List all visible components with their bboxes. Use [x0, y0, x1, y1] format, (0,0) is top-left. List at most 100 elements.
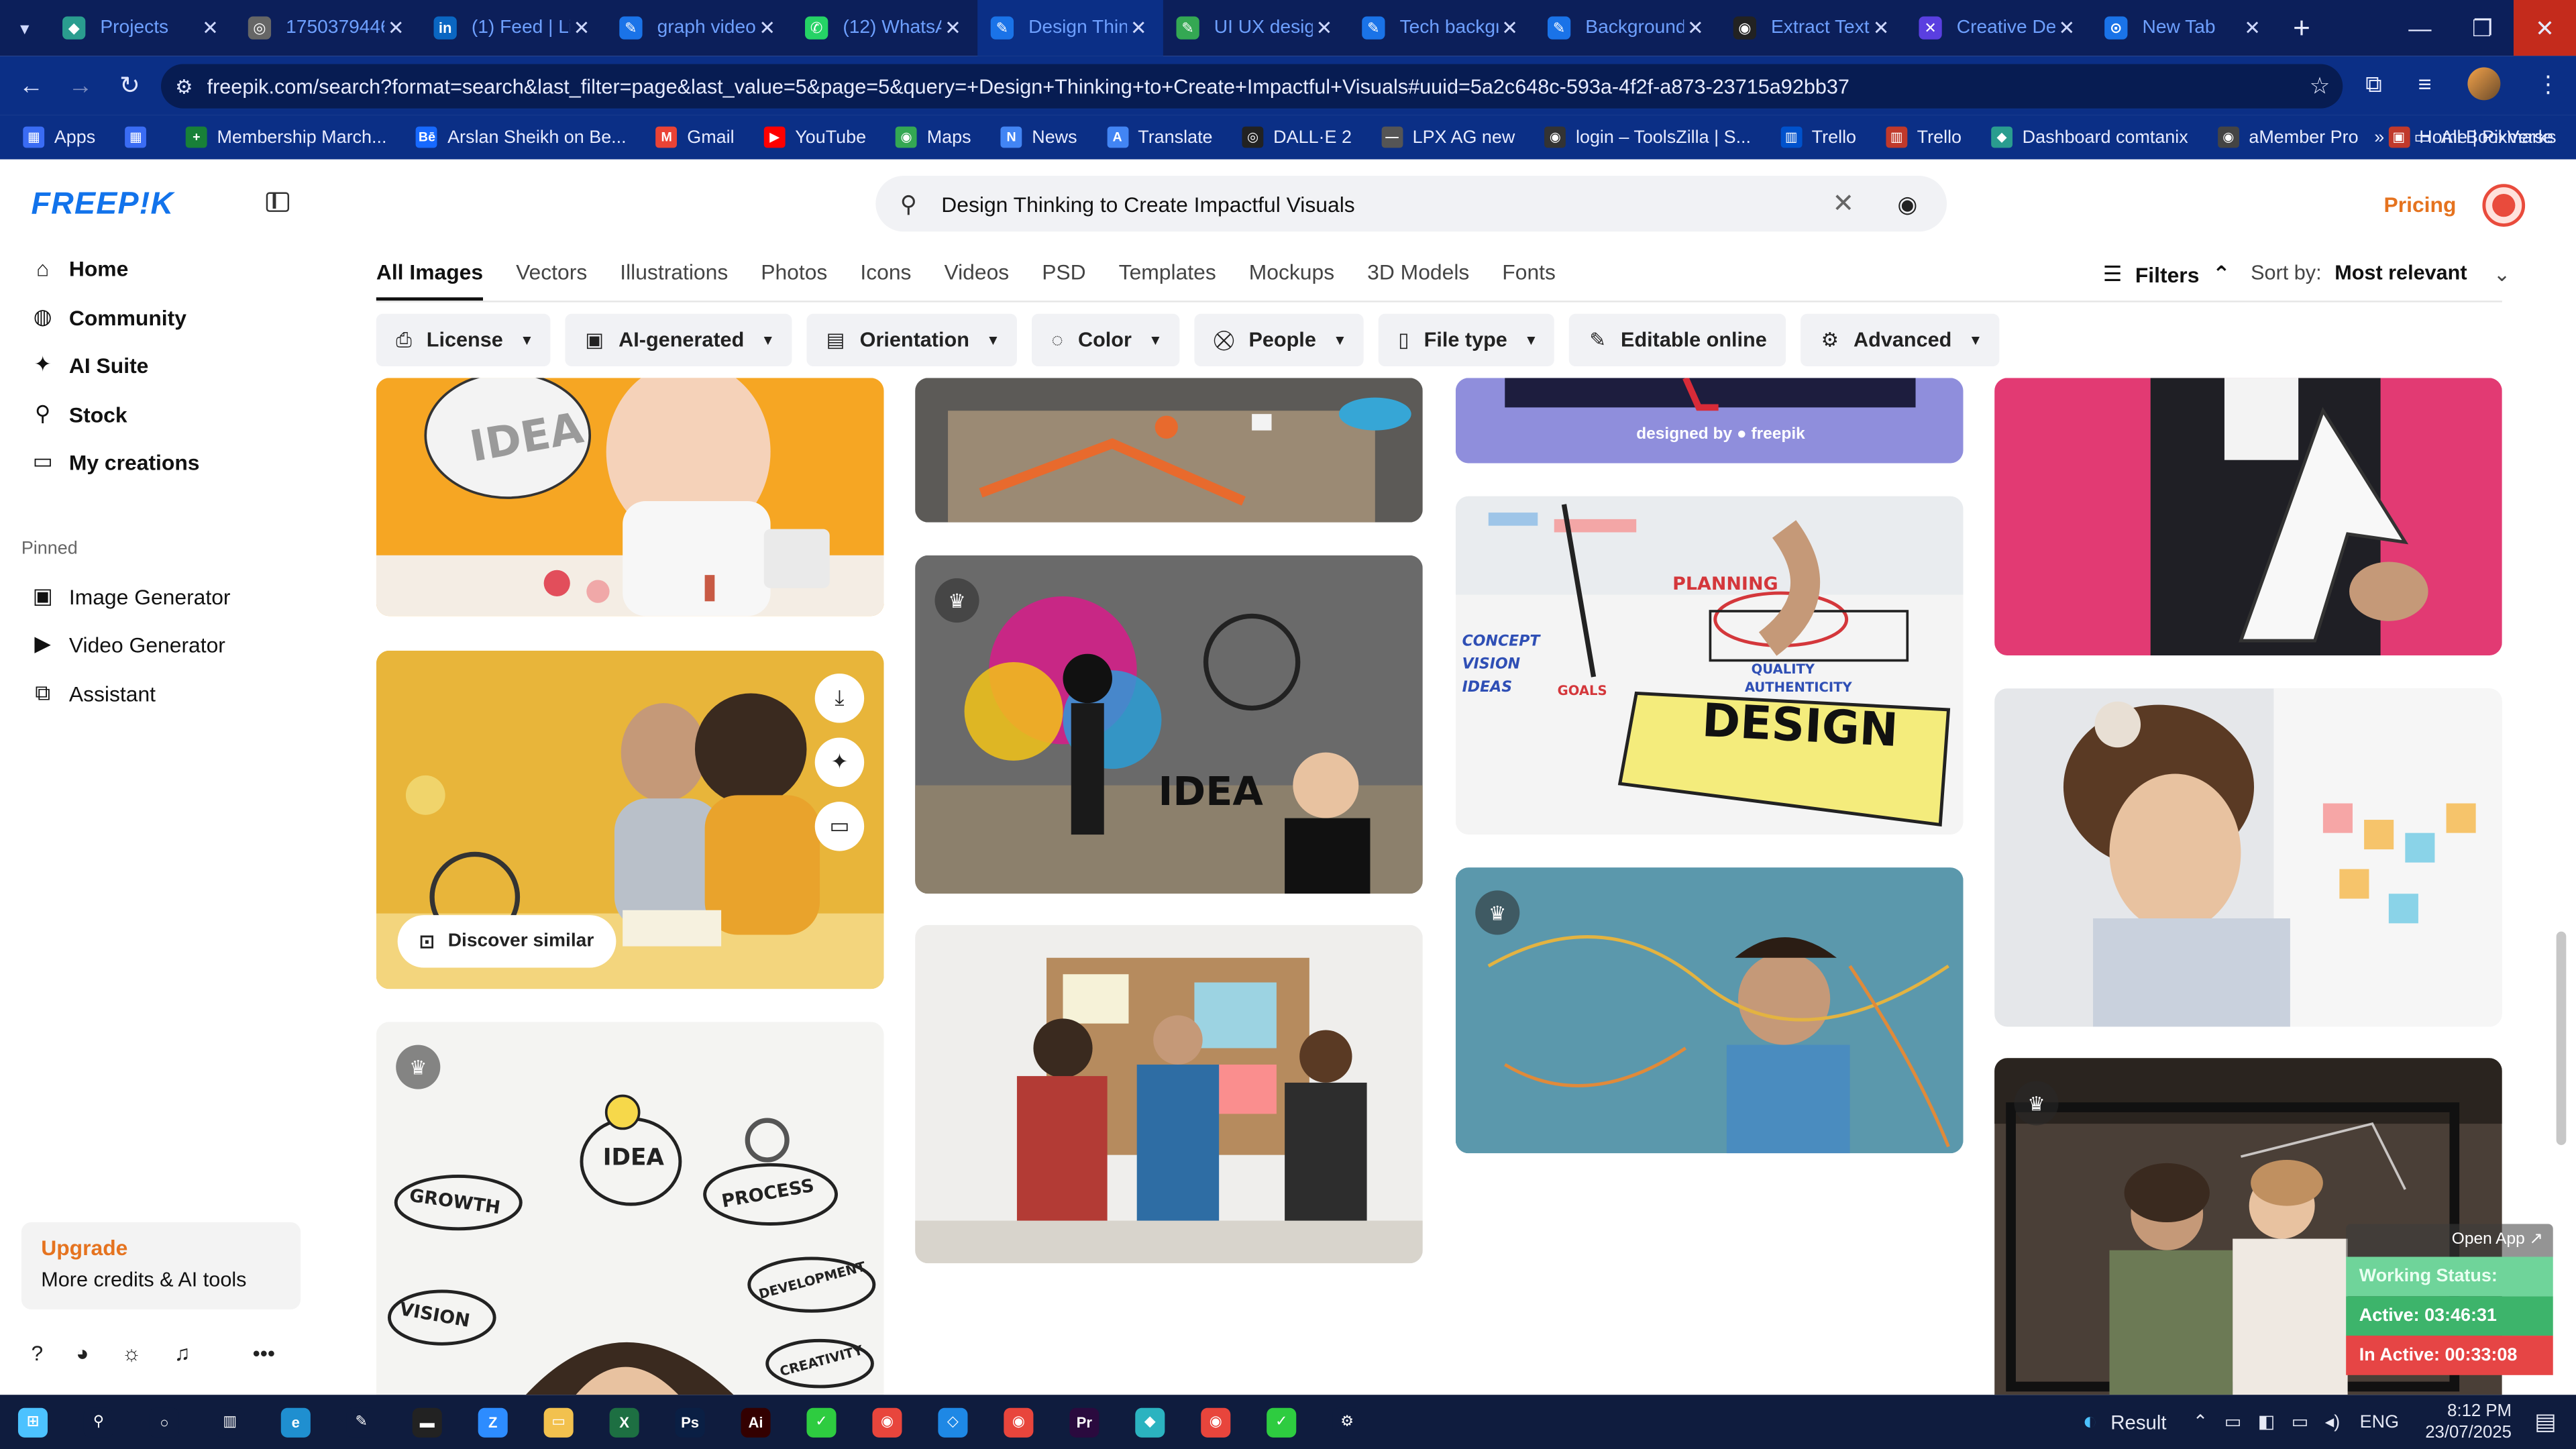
tab-close-icon[interactable]: ✕ [1684, 16, 1707, 39]
category-tab[interactable]: PSD [1042, 260, 1085, 301]
tab-close-icon[interactable]: ✕ [1870, 16, 1892, 39]
taskbar-app-explorer[interactable]: ▭ [526, 1395, 592, 1449]
category-tab[interactable]: Vectors [516, 260, 587, 301]
browser-tab[interactable]: ✆ (12) WhatsA ✕ [792, 0, 977, 56]
filter-chip[interactable]: ⛒ People ▾ [1194, 313, 1364, 367]
filters-toggle[interactable]: ☰ Filters ⌃ [2103, 261, 2231, 287]
sidebar-item-ai-suite[interactable]: ✦ AI Suite [32, 352, 149, 378]
tray-chevron-icon[interactable]: ⌃ [2193, 1411, 2208, 1432]
browser-tab[interactable]: ✎ UI UX desig ✕ [1163, 0, 1349, 56]
taskbar-app-search[interactable]: ⚲ [66, 1395, 131, 1449]
pricing-link[interactable]: Pricing [2383, 193, 2456, 217]
bookmark-star-icon[interactable]: ☆ [2297, 72, 2343, 101]
category-tab[interactable]: Videos [944, 260, 1009, 301]
browser-tab[interactable]: ✎ Design Thin ✕ [977, 0, 1163, 56]
category-tab[interactable]: Photos [761, 260, 827, 301]
category-tab[interactable]: Icons [860, 260, 911, 301]
taskbar-app-green-app[interactable]: ✓ [789, 1395, 855, 1449]
save-to-collection-icon[interactable]: ▭ [814, 802, 865, 851]
search-icon[interactable]: ⚲ [875, 190, 941, 218]
taskbar-app-chrome[interactable]: ◉ [854, 1395, 920, 1449]
taskbar-app-edge[interactable]: e [263, 1395, 329, 1449]
bookmark-item[interactable]: Bē Arslan Sheikh on Be... [416, 126, 627, 148]
language-indicator[interactable]: ENG [2360, 1412, 2399, 1432]
volume-icon[interactable]: ◂) [2325, 1411, 2341, 1432]
open-app-button[interactable]: Open App ↗ [2346, 1224, 2553, 1257]
minimize-icon[interactable]: — [2389, 0, 2451, 56]
bookmark-item[interactable]: ◉ Maps [896, 126, 971, 148]
bookmark-item[interactable]: — LPX AG new [1381, 126, 1515, 148]
taskbar-app-excel[interactable]: X [592, 1395, 657, 1449]
browser-tab[interactable]: ◉ Extract Text ✕ [1720, 0, 1906, 56]
url-text[interactable]: freepik.com/search?format=search&last_fi… [207, 74, 2297, 97]
address-bar[interactable]: ⚙ freepik.com/search?format=search&last_… [161, 64, 2343, 109]
browser-tab[interactable]: ✎ Tech backgr ✕ [1349, 0, 1535, 56]
image-card[interactable]: IDEA [376, 378, 884, 616]
taskbar-app-windows[interactable]: ⊞ [0, 1395, 66, 1449]
extensions-icon[interactable]: ⧉ [2365, 70, 2381, 98]
tab-search-dropdown-icon[interactable]: ▾ [0, 0, 49, 56]
bookmark-item[interactable]: ▥ Trello [1886, 126, 1962, 148]
taskbar-app-pen[interactable]: ✎ [329, 1395, 394, 1449]
taskbar-app-app-diamond[interactable]: ◆ [1117, 1395, 1183, 1449]
category-tab[interactable]: 3D Models [1367, 260, 1469, 301]
browser-tab[interactable]: ◆ Projects ✕ [49, 0, 235, 56]
search-input[interactable]: Design Thinking to Create Impactful Visu… [941, 191, 1819, 216]
filter-chip[interactable]: ⚙ Advanced ▾ [1801, 313, 2000, 367]
taskbar-app-terminal[interactable]: ▬ [394, 1395, 460, 1449]
tab-close-icon[interactable]: ✕ [2055, 16, 2078, 39]
weather-label[interactable]: Result [2110, 1410, 2166, 1433]
image-card[interactable]: GROWTH IDEA PROCESS VISION DEVELOPMENT C… [376, 1022, 884, 1395]
category-tab[interactable]: Fonts [1502, 260, 1556, 301]
image-card[interactable]: ♛ [1455, 867, 1964, 1154]
media-icon[interactable]: ≡ [2418, 70, 2432, 97]
filter-chip[interactable]: ◌ Color ▾ [1032, 313, 1179, 367]
scrollbar-thumb[interactable] [2556, 931, 2567, 1145]
filter-chip[interactable]: ▣ AI-generated ▾ [565, 313, 792, 367]
filter-chip[interactable]: ⎙ License ▾ [376, 313, 551, 367]
all-bookmarks-button[interactable]: ▭ All Bookmarks [2414, 127, 2556, 148]
taskbar-app-chrome-2[interactable]: ◉ [1183, 1395, 1248, 1449]
freepik-logo[interactable]: FREEP!K [32, 187, 174, 223]
bookmark-item[interactable]: M Gmail [655, 126, 735, 148]
tab-close-icon[interactable]: ✕ [1313, 16, 1336, 39]
bookmark-item[interactable]: + Membership March... [185, 126, 386, 148]
site-info-icon[interactable]: ⚙ [161, 74, 207, 97]
image-card[interactable] [1994, 378, 2502, 656]
ai-edit-icon[interactable]: ✦ [814, 737, 865, 788]
taskbar-app-settings[interactable]: ⚙ [1314, 1395, 1380, 1449]
bookmarks-overflow-icon[interactable]: » [2374, 127, 2384, 147]
profile-avatar[interactable] [2467, 67, 2501, 101]
filter-chip[interactable]: ▯ File type ▾ [1379, 313, 1555, 367]
sidebar-collapse-icon[interactable] [266, 192, 290, 212]
filter-chip[interactable]: ▤ Orientation ▾ [806, 313, 1018, 367]
user-avatar[interactable] [2482, 184, 2526, 227]
taskbar-app-photoshop[interactable]: Ps [657, 1395, 723, 1449]
browser-tab[interactable]: ✎ graph video ✕ [606, 0, 792, 56]
tab-close-icon[interactable]: ✕ [570, 16, 593, 39]
tab-close-icon[interactable]: ✕ [199, 16, 221, 39]
tab-close-icon[interactable]: ✕ [1127, 16, 1150, 39]
page-scrollbar[interactable] [2556, 168, 2567, 1383]
bookmark-item[interactable]: ◉ aMember Pro [2217, 126, 2359, 148]
reload-icon[interactable]: ↻ [105, 70, 154, 101]
category-tab[interactable]: Templates [1119, 260, 1216, 301]
browser-tab[interactable]: ✕ Creative De ✕ [1906, 0, 2092, 56]
taskbar-app-cortana[interactable]: ○ [131, 1395, 197, 1449]
browser-tab[interactable]: ⊙ New Tab ✕ [2092, 0, 2277, 56]
tab-close-icon[interactable]: ✕ [756, 16, 779, 39]
tab-close-icon[interactable]: ✕ [384, 16, 407, 39]
clock[interactable]: 8:12 PM 23/07/2025 [2425, 1401, 2512, 1444]
tab-close-icon[interactable]: ✕ [941, 16, 964, 39]
sidebar-item-home[interactable]: ⌂ Home [32, 256, 129, 281]
camera-search-icon[interactable]: ◉ [1868, 190, 1947, 218]
browser-tab[interactable]: ◎ 1750379446 ✕ [235, 0, 421, 56]
bookmark-item[interactable]: ▦ Apps [23, 126, 95, 148]
tab-close-icon[interactable]: ✕ [2241, 16, 2263, 39]
taskbar-app-green-app-2[interactable]: ✓ [1248, 1395, 1314, 1449]
taskbar-app-premiere[interactable]: Pr [1051, 1395, 1117, 1449]
bookmark-item[interactable]: ◎ DALL·E 2 [1242, 126, 1352, 148]
image-card[interactable] [915, 378, 1423, 523]
notification-center-icon[interactable]: ▤ [2534, 1408, 2556, 1436]
download-icon[interactable]: ⤓ [814, 674, 865, 723]
